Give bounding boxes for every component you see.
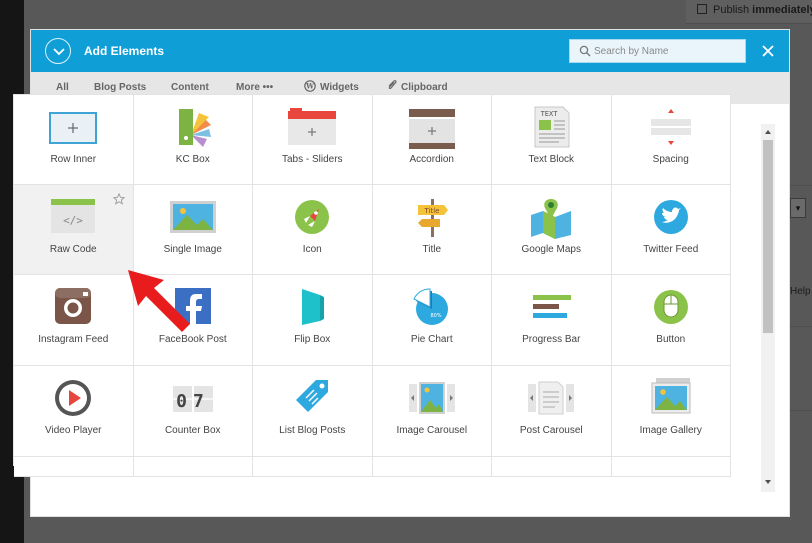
collapse-button[interactable] <box>45 38 71 64</box>
svg-text:</>: </> <box>63 214 83 227</box>
element-instagram-feed[interactable]: Instagram Feed <box>14 275 134 366</box>
vertical-scrollbar[interactable] <box>761 124 775 492</box>
code-icon: </> <box>51 199 96 233</box>
counter-icon: 07 <box>172 386 213 412</box>
elements-grid: Row Inner KC Box Tabs - Sliders Accordio… <box>13 94 731 477</box>
search-icon <box>579 45 591 57</box>
signpost-icon: Title <box>417 199 448 237</box>
tabs-icon <box>288 108 337 145</box>
element-text-block[interactable]: TEXT Text Block <box>492 95 612 185</box>
element-image-gallery[interactable]: Image Gallery <box>611 366 731 457</box>
svg-text:07: 07 <box>176 391 210 412</box>
post-carousel-icon <box>528 381 575 415</box>
map-icon <box>531 199 572 239</box>
element-kc-box[interactable]: KC Box <box>133 95 253 185</box>
play-icon <box>55 380 92 416</box>
publish-status: Publish immediately <box>697 4 812 16</box>
svg-text:W: W <box>305 82 314 91</box>
grid-cell-partial[interactable] <box>611 457 731 477</box>
red-arrow-annotation <box>128 270 190 332</box>
element-button[interactable]: Button <box>611 275 731 366</box>
color-palette-icon <box>178 109 211 147</box>
scrollbar-thumb[interactable] <box>763 140 773 333</box>
close-icon[interactable] <box>759 42 777 60</box>
flip-box-icon <box>302 289 325 325</box>
element-raw-code[interactable]: </> Raw Code <box>14 185 134 275</box>
image-carousel-icon <box>408 382 455 414</box>
grid-cell-partial[interactable] <box>253 457 373 477</box>
element-post-carousel[interactable]: Post Carousel <box>492 366 612 457</box>
modal-header: Add Elements <box>31 30 789 72</box>
element-counter-box[interactable]: 07 Counter Box <box>133 366 253 457</box>
scroll-down-arrow-icon[interactable] <box>765 480 771 484</box>
modal-footer <box>31 488 759 516</box>
twitter-icon <box>653 200 688 234</box>
search-box[interactable] <box>569 39 746 63</box>
grid-cell-partial[interactable] <box>492 457 612 477</box>
background-divider <box>790 410 812 411</box>
search-input[interactable] <box>594 43 742 59</box>
svg-text:80%: 80% <box>430 313 441 319</box>
image-gallery-icon <box>651 378 691 414</box>
rocket-icon <box>295 200 330 234</box>
element-tabs-sliders[interactable]: Tabs - Sliders <box>253 95 373 185</box>
calendar-icon <box>697 4 707 14</box>
element-google-maps[interactable]: Google Maps <box>492 185 612 275</box>
accordion-icon <box>408 109 455 149</box>
favorite-star-icon[interactable] <box>112 193 125 205</box>
element-list-blog-posts[interactable]: List Blog Posts <box>253 366 373 457</box>
element-accordion[interactable]: Accordion <box>372 95 492 185</box>
chevron-down-icon <box>53 48 65 56</box>
image-icon <box>169 201 216 233</box>
grid-cell-partial[interactable] <box>14 457 134 477</box>
background-divider <box>790 326 812 327</box>
element-single-image[interactable]: Single Image <box>133 185 253 275</box>
help-link: Help <box>790 286 811 297</box>
element-progress-bar[interactable]: Progress Bar <box>492 275 612 366</box>
scroll-up-arrow-icon[interactable] <box>765 130 771 134</box>
text-block-icon: TEXT <box>534 106 570 148</box>
background-select: ▾ <box>790 198 806 218</box>
svg-text:Title: Title <box>423 207 439 215</box>
element-pie-chart[interactable]: 80% Pie Chart <box>372 275 492 366</box>
element-title[interactable]: Title Title <box>372 185 492 275</box>
modal-title: Add Elements <box>84 44 165 58</box>
progress-bar-icon <box>533 295 572 318</box>
tag-icon <box>296 380 329 412</box>
element-twitter-feed[interactable]: Twitter Feed <box>611 185 731 275</box>
mouse-icon <box>653 290 688 324</box>
element-image-carousel[interactable]: Image Carousel <box>372 366 492 457</box>
spacing-icon <box>650 109 691 145</box>
element-icon[interactable]: Icon <box>253 185 373 275</box>
grid-cell-partial[interactable] <box>372 457 492 477</box>
element-spacing[interactable]: Spacing <box>611 95 731 185</box>
pie-chart-icon: 80% <box>413 288 448 325</box>
element-flip-box[interactable]: Flip Box <box>253 275 373 366</box>
instagram-icon <box>55 288 92 324</box>
element-video-player[interactable]: Video Player <box>14 366 134 457</box>
row-inner-icon <box>49 112 98 144</box>
svg-text:TEXT: TEXT <box>541 110 559 118</box>
grid-cell-partial[interactable] <box>133 457 253 477</box>
background-divider <box>790 185 812 186</box>
clipboard-icon <box>388 80 397 90</box>
element-row-inner[interactable]: Row Inner <box>14 95 134 185</box>
wordpress-icon: W <box>304 80 316 92</box>
